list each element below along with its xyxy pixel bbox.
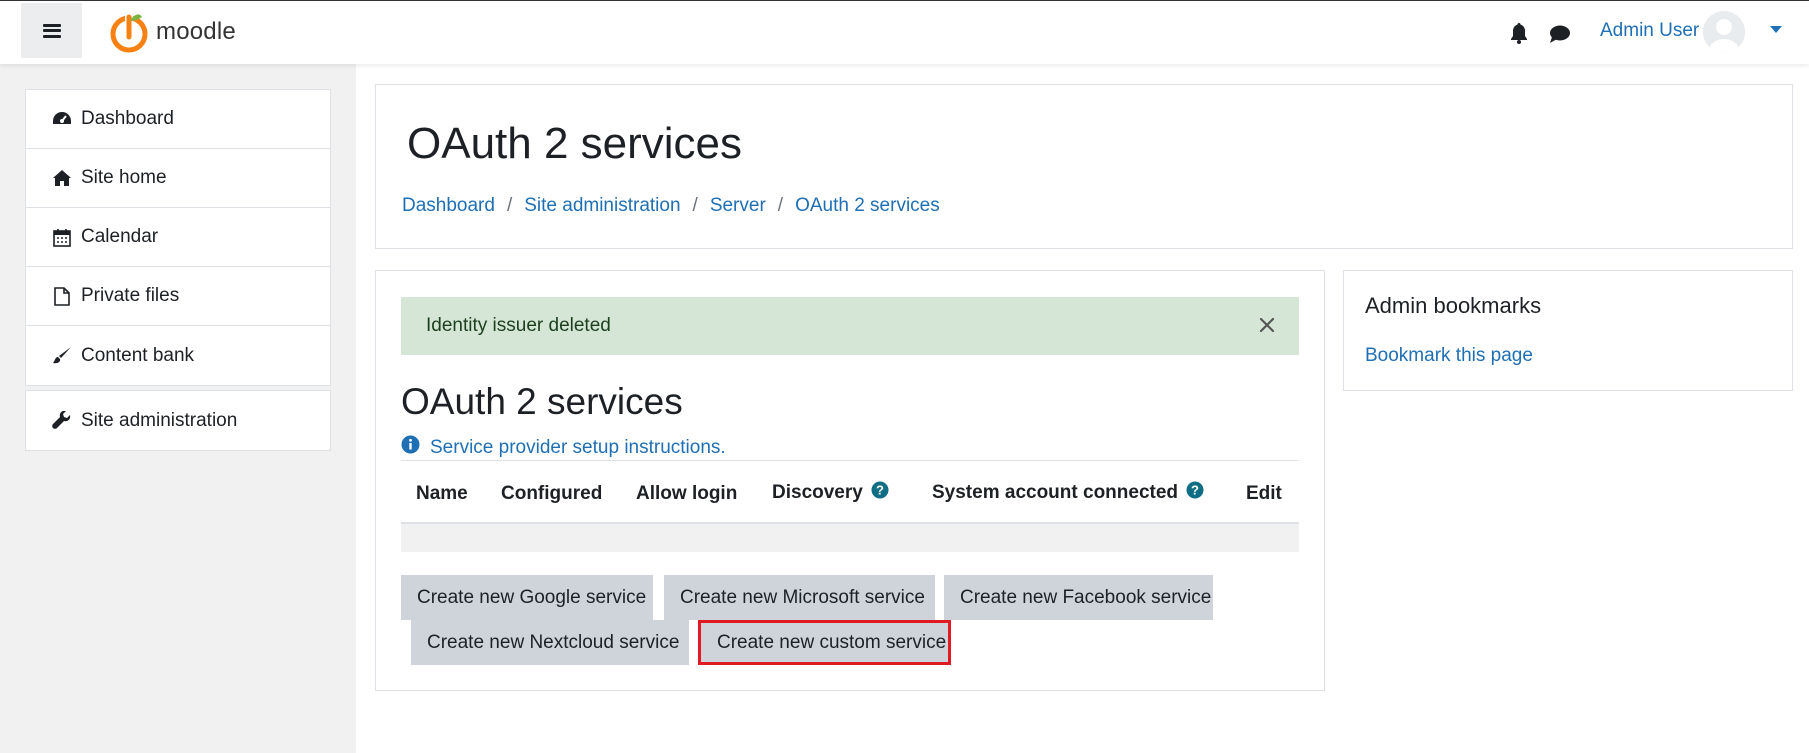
hamburger-icon (42, 23, 61, 38)
column-header-label: Discovery (772, 482, 863, 503)
table-row (401, 524, 1299, 552)
avatar[interactable] (1703, 11, 1745, 53)
nav-item-content-bank[interactable]: Content bank (26, 326, 330, 385)
svg-text:?: ? (876, 483, 884, 498)
calendar-icon (51, 227, 73, 247)
alert-message: Identity issuer deleted (426, 315, 611, 336)
file-icon (51, 286, 73, 306)
column-header-name: Name (416, 483, 468, 504)
nav-item-label: Calendar (81, 226, 159, 247)
admin-bookmarks-block: Admin bookmarks Bookmark this page (1343, 270, 1793, 391)
nav-item-private-files[interactable]: Private files (26, 267, 330, 326)
table-header: Name Configured Allow login Discovery ? … (401, 461, 1299, 524)
breadcrumb: Dashboard / Site administration / Server… (402, 195, 940, 217)
breadcrumb-separator: / (506, 195, 513, 216)
chat-icon[interactable] (1549, 24, 1571, 49)
bell-icon[interactable] (1509, 22, 1529, 49)
home-icon (51, 168, 73, 188)
wrench-icon (51, 411, 73, 431)
info-icon (401, 435, 420, 460)
nav-item-calendar[interactable]: Calendar (26, 208, 330, 267)
create-microsoft-service-button[interactable]: Create new Microsoft service (664, 575, 935, 620)
nav-item-label: Site home (81, 167, 167, 188)
caret-down-icon[interactable] (1770, 26, 1782, 33)
nav-item-site-home[interactable]: Site home (26, 149, 330, 208)
svg-text:?: ? (1191, 483, 1199, 498)
bookmark-this-page-link[interactable]: Bookmark this page (1365, 345, 1533, 367)
user-menu-name[interactable]: Admin User (1600, 20, 1699, 42)
main-region: Identity issuer deleted OAuth 2 services… (375, 270, 1325, 691)
page-header: OAuth 2 services Dashboard / Site admini… (375, 84, 1793, 249)
nav-item-dashboard[interactable]: Dashboard (26, 90, 330, 149)
nav-drawer: Dashboard Site home Calendar Private fil… (0, 64, 356, 753)
nav-item-label: Site administration (81, 409, 238, 431)
nav-item-label: Private files (81, 285, 180, 306)
success-alert: Identity issuer deleted (401, 297, 1299, 355)
side-drawer-toggle-button[interactable] (21, 3, 82, 58)
section-title: OAuth 2 services (401, 381, 683, 422)
block-title: Admin bookmarks (1365, 293, 1542, 318)
create-facebook-service-button[interactable]: Create new Facebook service (944, 575, 1213, 620)
setup-instructions-link[interactable]: Service provider setup instructions. (430, 437, 726, 459)
admin-nav: Site administration (25, 390, 331, 451)
breadcrumb-separator: / (777, 195, 784, 216)
column-header-edit: Edit (1246, 483, 1282, 504)
breadcrumb-separator: / (692, 195, 698, 216)
help-icon[interactable]: ? (871, 481, 889, 505)
create-custom-service-button[interactable]: Create new custom service (698, 620, 951, 665)
nav-item-label: Dashboard (81, 108, 174, 129)
primary-nav: Dashboard Site home Calendar Private fil… (25, 89, 331, 386)
create-google-service-button[interactable]: Create new Google service (401, 575, 653, 620)
moodle-logo-icon (110, 13, 148, 53)
services-table: Name Configured Allow login Discovery ? … (401, 460, 1299, 552)
breadcrumb-server[interactable]: Server (710, 195, 766, 217)
brand-name: moodle (156, 18, 236, 45)
breadcrumb-dashboard[interactable]: Dashboard (402, 195, 495, 217)
nav-item-label: Content bank (81, 344, 195, 366)
page-title: OAuth 2 services (407, 119, 743, 168)
breadcrumb-oauth2-services[interactable]: OAuth 2 services (795, 195, 940, 217)
column-header-allow-login: Allow login (636, 483, 738, 504)
top-navbar: moodle Admin User (0, 0, 1809, 64)
nav-item-site-administration[interactable]: Site administration (26, 391, 330, 450)
help-icon[interactable]: ? (1186, 481, 1204, 505)
tachometer-icon (51, 109, 73, 129)
setup-instructions: Service provider setup instructions. (401, 435, 726, 460)
breadcrumb-site-administration[interactable]: Site administration (524, 195, 680, 217)
column-header-discovery: Discovery ? (772, 481, 889, 505)
column-header-label: System account connected (932, 482, 1179, 503)
column-header-configured: Configured (501, 483, 603, 504)
column-header-system-account: System account connected ? (932, 481, 1204, 505)
close-icon[interactable] (1257, 315, 1277, 335)
site-logo[interactable]: moodle (108, 11, 236, 53)
paint-brush-icon (51, 346, 73, 366)
create-nextcloud-service-button[interactable]: Create new Nextcloud service (411, 620, 689, 665)
